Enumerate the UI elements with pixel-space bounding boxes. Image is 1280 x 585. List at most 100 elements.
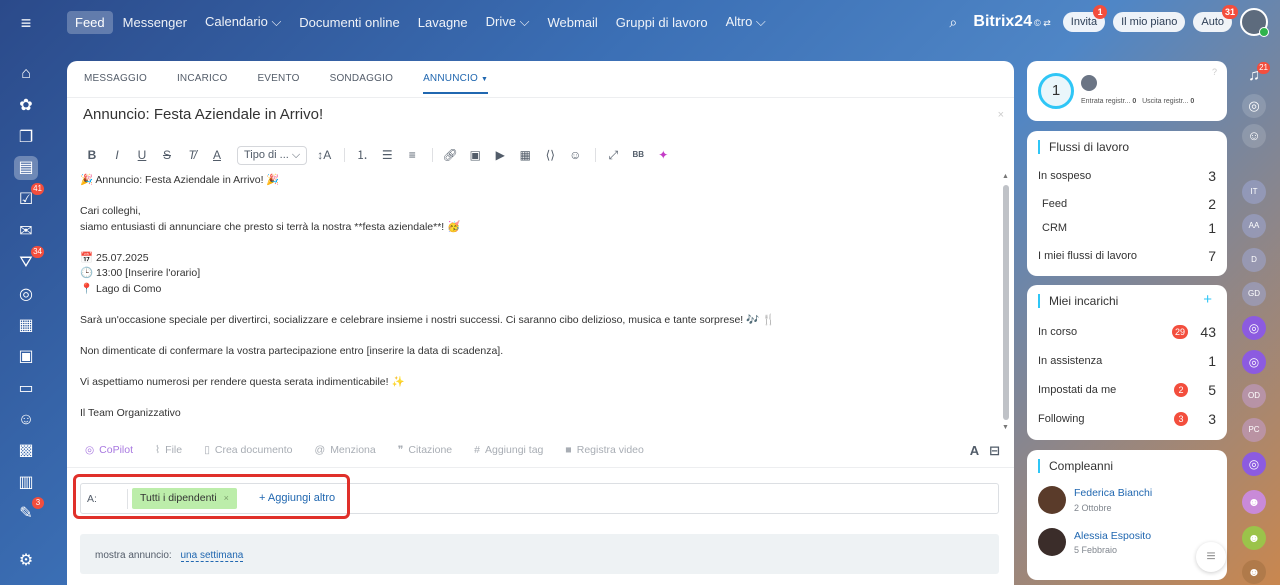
duration-select[interactable]: una settimana: [180, 550, 244, 562]
menu-icon[interactable]: ≡: [16, 13, 36, 33]
users-icon[interactable]: ☺: [14, 408, 38, 432]
clear-format-icon[interactable]: T̸: [181, 144, 203, 166]
contact-avatar[interactable]: GD: [1242, 282, 1266, 306]
fullscreen-icon[interactable]: ⤢: [602, 144, 624, 166]
tab-message[interactable]: MESSAGGIO: [84, 73, 147, 94]
bullet-list-icon[interactable]: ☰: [376, 144, 398, 166]
invite-button[interactable]: Invita 1: [1062, 5, 1108, 32]
nav-more[interactable]: Altro ⌵: [718, 10, 774, 34]
font-family-select[interactable]: Tipo di ... ⌵: [237, 145, 308, 165]
nav-calendar[interactable]: Calendario ⌵: [197, 10, 289, 34]
contact-avatar[interactable]: PC: [1242, 418, 1266, 442]
bell-icon[interactable]: ♫ 21: [1242, 62, 1270, 88]
scroll-up-icon[interactable]: ▲: [1002, 173, 1009, 180]
copilot-chat-icon[interactable]: ◎: [1242, 94, 1266, 118]
chat-icon[interactable]: ◎: [1242, 350, 1266, 374]
panel-icon[interactable]: ⊟: [989, 443, 1000, 459]
numbered-list-icon[interactable]: ⒈: [351, 144, 373, 166]
brand-logo[interactable]: Bitrix24 © ⇄: [973, 13, 1050, 31]
avatar[interactable]: [1038, 528, 1066, 556]
create-document-button[interactable]: ▯ Crea documento: [204, 444, 292, 456]
table-icon[interactable]: ▦: [514, 144, 536, 166]
video-icon[interactable]: ▶: [489, 144, 511, 166]
tab-task[interactable]: INCARICO: [177, 73, 228, 94]
mail-icon[interactable]: ✉: [14, 220, 38, 244]
support-icon[interactable]: ☺: [1242, 124, 1266, 148]
contact-avatar[interactable]: OD: [1242, 384, 1266, 408]
bbcode-icon[interactable]: BB: [627, 144, 649, 166]
text-format-icon[interactable]: A: [970, 443, 979, 459]
nav-webmail[interactable]: Webmail: [539, 11, 605, 34]
approvals-icon[interactable]: ✎ 3: [14, 497, 44, 526]
add-task-button[interactable]: +: [1203, 291, 1212, 308]
birthday-name[interactable]: Alessia Esposito: [1074, 530, 1151, 542]
font-color-icon[interactable]: A: [206, 144, 228, 166]
tasks-row[interactable]: In corso 29 43: [1038, 324, 1216, 340]
chat-icon[interactable]: ❐: [14, 126, 38, 150]
copilot-image-icon[interactable]: ✦: [652, 144, 674, 166]
tasks-row[interactable]: In assistenza 1: [1038, 353, 1216, 369]
my-tasks-title[interactable]: Miei incarichi: [1038, 294, 1216, 308]
nav-boards[interactable]: Lavagne: [410, 11, 476, 34]
avatar[interactable]: [1038, 486, 1066, 514]
tab-poll[interactable]: SONDAGGIO: [330, 73, 393, 94]
group-icon[interactable]: ☻: [1242, 490, 1266, 514]
target-icon[interactable]: ◎: [14, 283, 38, 307]
user-avatar[interactable]: [1240, 8, 1269, 37]
workflows-row[interactable]: In sospeso 3: [1038, 168, 1216, 184]
tab-event[interactable]: EVENTO: [257, 73, 299, 94]
document-icon[interactable]: ▣: [14, 345, 38, 369]
help-icon[interactable]: ?: [1212, 67, 1217, 77]
align-icon[interactable]: ≡: [401, 144, 423, 166]
copilot-button[interactable]: ◎ CoPilot: [85, 444, 133, 456]
record-video-button[interactable]: ■ Registra video: [565, 444, 643, 456]
add-tag-button[interactable]: # Aggiungi tag: [474, 444, 543, 456]
auto-button[interactable]: Auto 31: [1193, 5, 1238, 32]
calendar-icon[interactable]: ▦: [14, 314, 38, 338]
birthdays-title[interactable]: Compleanni: [1038, 459, 1216, 473]
nav-documents[interactable]: Documenti online: [291, 11, 407, 34]
italic-icon[interactable]: I: [106, 144, 128, 166]
tasks-row[interactable]: Impostati da me 2 5: [1038, 382, 1216, 398]
copilot-icon[interactable]: ✿: [14, 94, 38, 118]
home-icon[interactable]: ⌂: [14, 62, 38, 86]
filter-icon[interactable]: ⛛ 34: [14, 246, 44, 275]
contact-avatar[interactable]: IT: [1242, 180, 1266, 204]
code-icon[interactable]: ⟨⟩: [539, 144, 561, 166]
search-icon[interactable]: ⌕: [949, 14, 965, 30]
scroll-thumb[interactable]: [1003, 185, 1009, 420]
schedule-icon[interactable]: ▥: [14, 471, 38, 495]
post-body-editor[interactable]: 🎉 Annuncio: Festa Aziendale in Arrivo! 🎉…: [80, 173, 995, 433]
contact-avatar[interactable]: D: [1242, 248, 1266, 272]
nav-feed[interactable]: Feed: [67, 10, 113, 34]
scroll-down-icon[interactable]: ▼: [1002, 424, 1009, 431]
group-icon[interactable]: ☻: [1242, 560, 1266, 584]
settings-icon[interactable]: ⚙: [14, 549, 38, 573]
group-icon[interactable]: ☻: [1242, 526, 1266, 550]
chat-icon[interactable]: ◎: [1242, 316, 1266, 340]
birthday-name[interactable]: Federica Bianchi: [1074, 487, 1152, 499]
emoji-icon[interactable]: ☺: [564, 144, 586, 166]
quote-button[interactable]: ❞ Citazione: [398, 444, 452, 456]
editor-scrollbar[interactable]: ▲ ▼: [1002, 173, 1010, 431]
my-plan-button[interactable]: Il mio piano: [1113, 12, 1186, 32]
tab-announcement[interactable]: ANNUNCIO ▼: [423, 73, 489, 94]
file-button[interactable]: ⌇ File: [155, 444, 182, 456]
workday-counter[interactable]: 1: [1038, 73, 1074, 109]
storage-icon[interactable]: ▭: [14, 377, 38, 401]
nav-messenger[interactable]: Messenger: [115, 11, 195, 34]
tasks-row[interactable]: Following 3 3: [1038, 411, 1216, 427]
title-input[interactable]: Annuncio: Festa Aziendale in Arrivo!: [83, 106, 983, 123]
workflows-row[interactable]: Feed 2: [1038, 196, 1216, 212]
workflows-title[interactable]: Flussi di lavoro: [1038, 140, 1216, 154]
bold-icon[interactable]: B: [81, 144, 103, 166]
link-icon[interactable]: 🔗︎: [439, 144, 461, 166]
nav-workgroups[interactable]: Gruppi di lavoro: [608, 11, 716, 34]
nav-drive[interactable]: Drive ⌵: [478, 10, 538, 34]
workflows-row[interactable]: CRM 1: [1038, 220, 1216, 236]
mention-button[interactable]: @ Menziona: [315, 444, 376, 456]
tasks-icon[interactable]: ☑ 41: [14, 183, 44, 212]
font-size-icon[interactable]: ↕A: [313, 144, 335, 166]
underline-icon[interactable]: U: [131, 144, 153, 166]
image-icon[interactable]: ▣: [464, 144, 486, 166]
